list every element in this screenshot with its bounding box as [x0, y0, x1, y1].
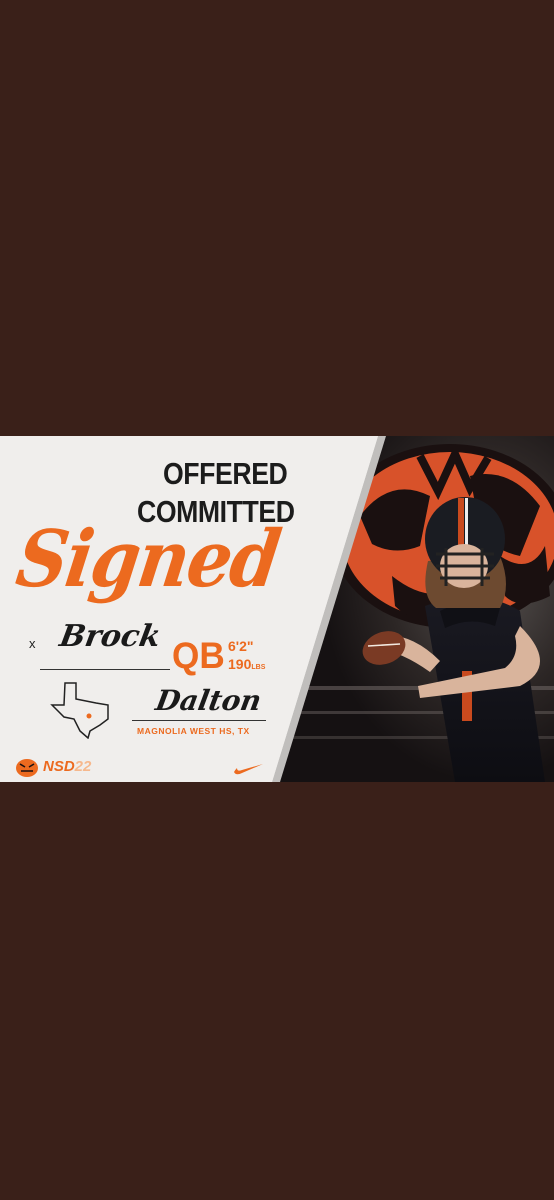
text-panel: OFFERED COMMITTED Signed x Brock QB 6'2"… [0, 436, 554, 782]
player-position: QB [172, 635, 225, 676]
weight-value: 190 [228, 656, 252, 672]
event-prefix: NSD [43, 758, 75, 775]
name-underline [40, 669, 170, 670]
player-height: 6'2" [228, 638, 254, 654]
headline-signed: Signed [11, 514, 285, 605]
player-first-name: Brock [56, 619, 164, 654]
x-mark: x [29, 636, 36, 651]
event-label: NSD22 [43, 758, 91, 775]
weight-unit: LBS [251, 664, 266, 671]
swoosh-logo-icon [234, 764, 263, 775]
school-name: MAGNOLIA WEST HS, TX [137, 726, 250, 736]
signing-graphic: OFFERED COMMITTED Signed x Brock QB 6'2"… [0, 436, 554, 782]
player-weight: 190LBS [228, 656, 265, 672]
texas-map-icon [50, 682, 109, 739]
event-year: 22 [74, 758, 92, 775]
headline-offered: OFFERED [163, 456, 288, 491]
tiger-logo-icon [16, 759, 38, 777]
lastname-underline [132, 720, 266, 721]
player-last-name: Dalton [153, 684, 264, 717]
